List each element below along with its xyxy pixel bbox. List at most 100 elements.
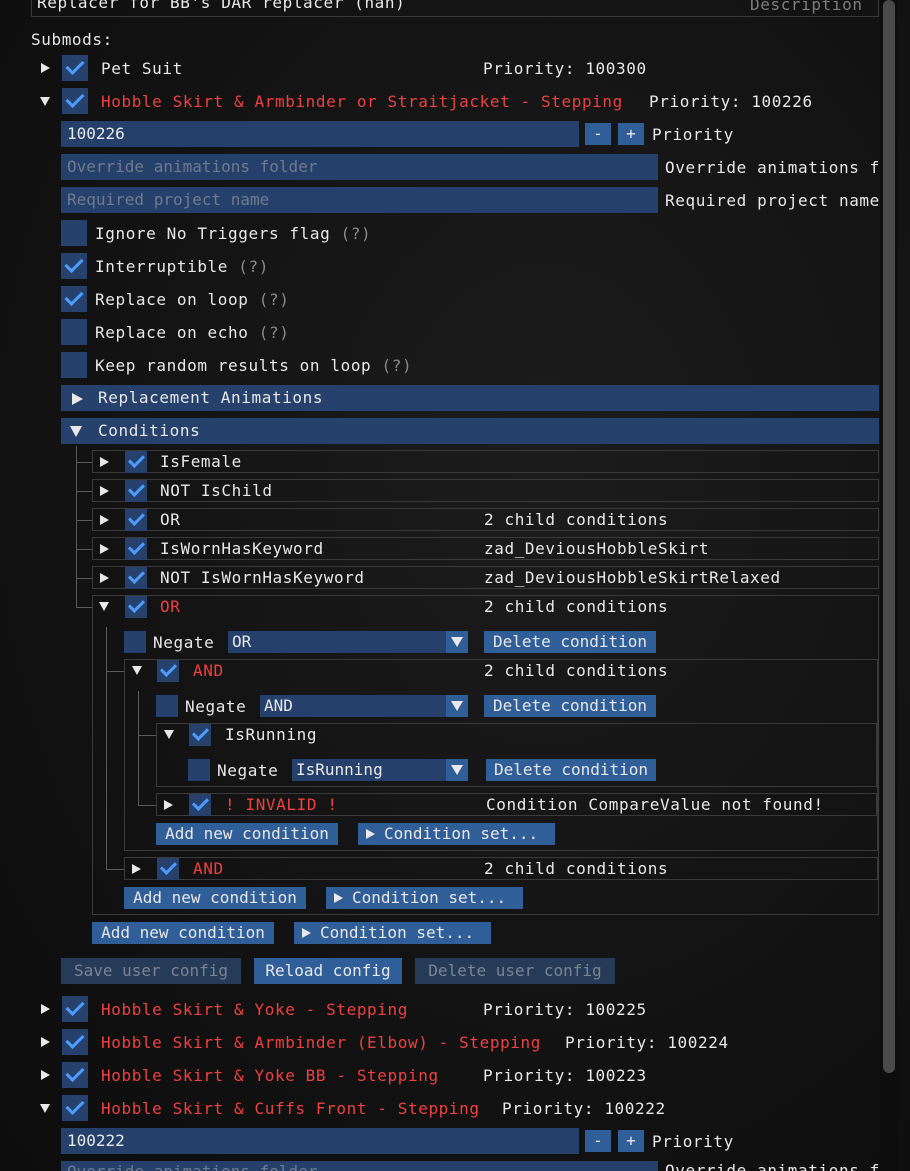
save-user-config-button[interactable]: Save user config (61, 958, 241, 984)
chevron-down-icon (446, 695, 468, 717)
submod-enable-checkbox[interactable] (62, 55, 88, 81)
submod-priority: Priority: 100222 (502, 1099, 666, 1118)
expand-arrow-icon[interactable] (100, 457, 109, 467)
collapse-arrow-icon[interactable] (40, 1104, 50, 1113)
condition-type-select[interactable]: AND (260, 695, 468, 717)
submods-label: Submods: (31, 30, 113, 49)
priority-input[interactable]: 100222 (61, 1128, 579, 1154)
negate-checkbox[interactable] (124, 631, 146, 653)
submod-name[interactable]: Hobble Skirt & Armbinder or Straitjacket… (101, 90, 623, 114)
priority-label: Priority (652, 125, 734, 144)
delete-condition-button[interactable]: Delete condition (484, 631, 656, 653)
priority-increment-button[interactable]: + (618, 123, 644, 145)
collapse-arrow-icon[interactable] (164, 730, 174, 739)
submod-priority: Priority: 100224 (565, 1033, 729, 1052)
priority-decrement-button[interactable]: - (585, 1130, 611, 1152)
expand-arrow-icon[interactable] (132, 864, 141, 874)
submod-name[interactable]: Pet Suit (101, 57, 183, 81)
submod-enable-checkbox[interactable] (62, 88, 88, 114)
add-condition-button[interactable]: Add new condition (156, 823, 338, 845)
condition-set-button[interactable]: Condition set... (326, 887, 523, 909)
override-folder-input[interactable]: Override animations folder (61, 154, 658, 180)
condition-enable-checkbox[interactable] (189, 724, 211, 746)
delete-condition-button[interactable]: Delete condition (484, 695, 656, 717)
priority-input[interactable]: 100226 (61, 121, 579, 147)
delete-user-config-button[interactable]: Delete user config (415, 958, 615, 984)
submod-enable-checkbox[interactable] (62, 1095, 88, 1121)
condition-enable-checkbox[interactable] (125, 480, 147, 502)
condition-type-select[interactable]: IsRunning (292, 759, 468, 781)
project-name-input[interactable]: Required project name (61, 187, 658, 213)
collapse-arrow-icon[interactable] (132, 666, 142, 675)
condition-error: Condition CompareValue not found! (486, 795, 824, 814)
submod-enable-checkbox[interactable] (62, 1062, 88, 1088)
override-folder-input[interactable]: Override animations folder (61, 1161, 658, 1171)
help-icon[interactable]: (?) (259, 323, 290, 342)
expand-arrow-icon[interactable] (100, 515, 109, 525)
replace-on-loop-checkbox[interactable] (61, 286, 87, 312)
scrollbar-thumb[interactable] (883, 0, 895, 1073)
priority-decrement-button[interactable]: - (585, 123, 611, 145)
override-folder-label: Override animations f (665, 1161, 880, 1171)
condition-enable-checkbox[interactable] (125, 538, 147, 560)
expand-arrow-icon[interactable] (41, 1070, 50, 1080)
add-condition-button[interactable]: Add new condition (92, 922, 274, 944)
condition-set-button[interactable]: Condition set... (358, 823, 555, 845)
collapse-arrow-icon[interactable] (99, 602, 109, 611)
help-icon[interactable]: (?) (259, 290, 290, 309)
interruptible-checkbox[interactable] (61, 253, 87, 279)
help-icon[interactable]: (?) (341, 224, 372, 243)
condition-enable-checkbox[interactable] (125, 451, 147, 473)
condition-name: NOT IsWornHasKeyword (160, 568, 365, 587)
condition-type-select[interactable]: OR (228, 631, 468, 653)
collapse-arrow-icon[interactable] (40, 97, 50, 106)
replace-on-echo-checkbox[interactable] (61, 319, 87, 345)
top-title: Replacer for BB's DAR replacer (hah) (37, 0, 406, 12)
expand-arrow-icon[interactable] (164, 800, 173, 810)
condition-info: zad_DeviousHobbleSkirtRelaxed (484, 568, 781, 587)
condition-enable-checkbox[interactable] (125, 509, 147, 531)
condition-enable-checkbox[interactable] (157, 660, 179, 682)
submod-enable-checkbox[interactable] (62, 996, 88, 1022)
section-title: Replacement Animations (98, 388, 324, 407)
expand-arrow-icon[interactable] (41, 1004, 50, 1014)
submod-priority: Priority: 100226 (649, 92, 813, 111)
priority-increment-button[interactable]: + (618, 1130, 644, 1152)
negate-checkbox[interactable] (188, 759, 210, 781)
negate-label: Negate (153, 633, 215, 652)
submod-enable-checkbox[interactable] (62, 1029, 88, 1055)
condition-name: OR (160, 597, 181, 616)
submod-name[interactable]: Hobble Skirt & Cuffs Front - Stepping (101, 1097, 480, 1121)
condition-info: 2 child conditions (484, 661, 669, 680)
expand-arrow-icon[interactable] (100, 544, 109, 554)
add-condition-button[interactable]: Add new condition (124, 887, 306, 909)
expand-arrow-icon (72, 393, 83, 405)
submod-priority: Priority: 100223 (483, 1066, 647, 1085)
tree-line (76, 446, 77, 607)
condition-enable-checkbox[interactable] (157, 858, 179, 880)
condition-enable-checkbox[interactable] (125, 567, 147, 589)
submod-name[interactable]: Hobble Skirt & Yoke BB - Stepping (101, 1064, 439, 1088)
option-label: Keep random results on loop (?) (95, 356, 413, 375)
delete-condition-button[interactable]: Delete condition (486, 759, 656, 781)
submod-name[interactable]: Hobble Skirt & Armbinder (Elbow) - Stepp… (101, 1031, 541, 1055)
expand-arrow-icon[interactable] (41, 1037, 50, 1047)
condition-enable-checkbox[interactable] (125, 596, 147, 618)
condition-enable-checkbox[interactable] (189, 794, 211, 816)
help-icon[interactable]: (?) (382, 356, 413, 375)
condition-set-button[interactable]: Condition set... (294, 922, 491, 944)
expand-arrow-icon[interactable] (100, 486, 109, 496)
ignore-no-triggers-checkbox[interactable] (61, 220, 87, 246)
play-icon (334, 893, 343, 903)
submod-name[interactable]: Hobble Skirt & Yoke - Stepping (101, 998, 408, 1022)
negate-checkbox[interactable] (156, 695, 178, 717)
condition-info: 2 child conditions (484, 859, 669, 878)
expand-arrow-icon[interactable] (41, 63, 50, 73)
reload-config-button[interactable]: Reload config (254, 958, 402, 984)
expand-arrow-icon[interactable] (100, 573, 109, 583)
option-label: Ignore No Triggers flag (?) (95, 224, 372, 243)
scrollbar[interactable] (880, 0, 898, 1171)
keep-random-results-checkbox[interactable] (61, 352, 87, 378)
condition-info: zad_DeviousHobbleSkirt (484, 539, 710, 558)
help-icon[interactable]: (?) (238, 257, 269, 276)
